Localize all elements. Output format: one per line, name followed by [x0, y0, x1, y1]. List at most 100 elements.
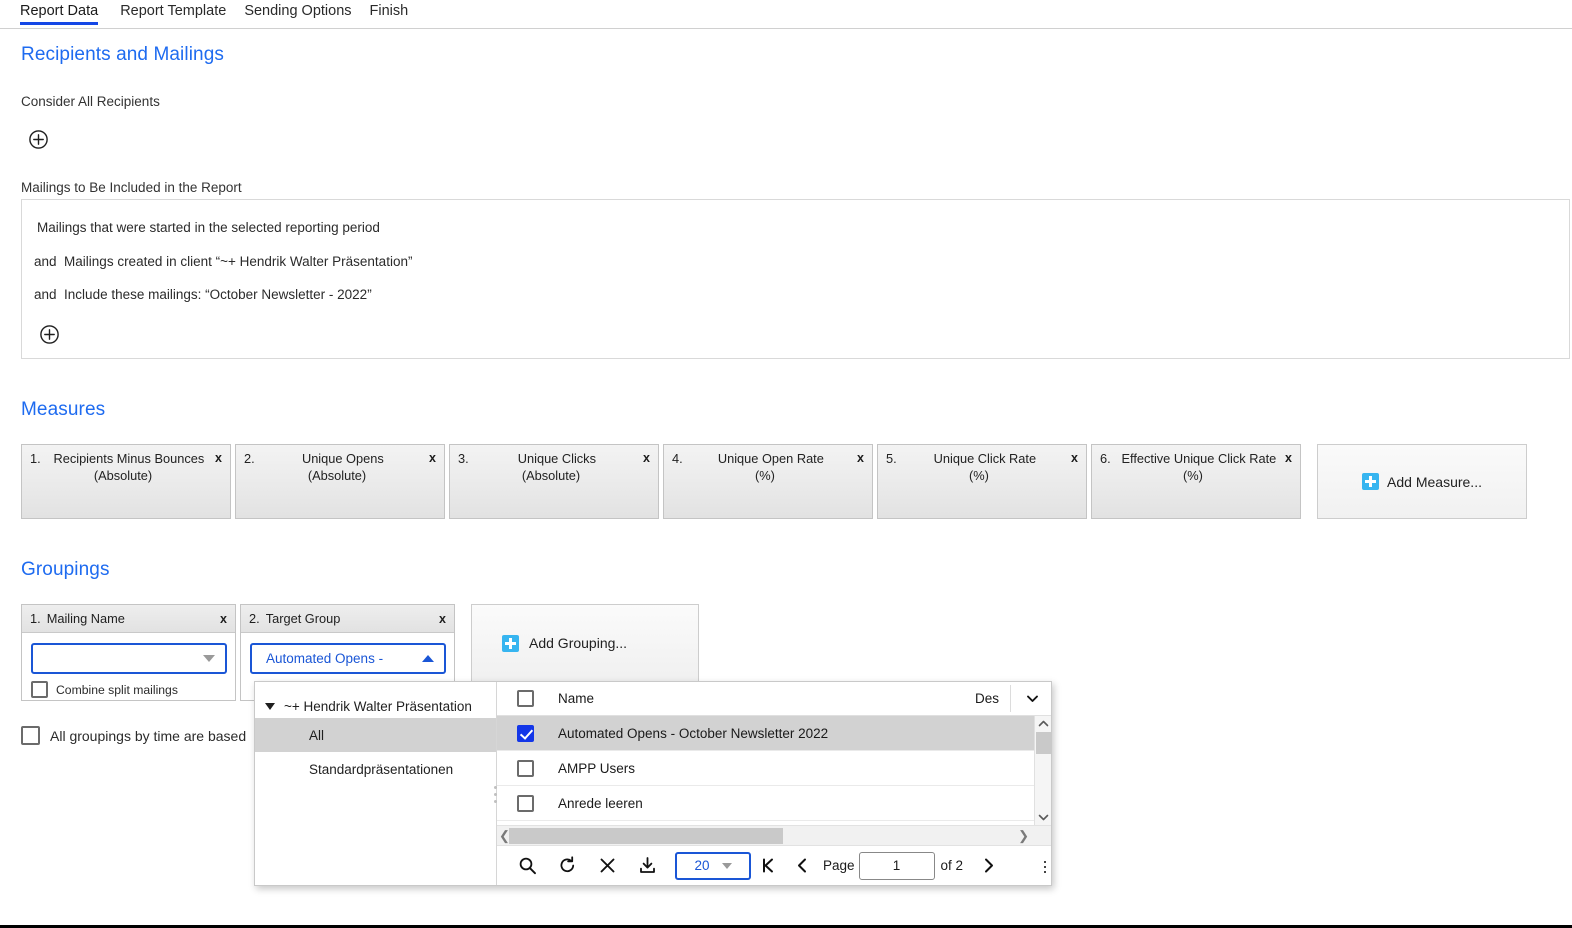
measure-unit: (Absolute) — [521, 468, 581, 483]
search-icon[interactable] — [507, 850, 547, 882]
target-group-select[interactable]: Automated Opens - — [250, 643, 446, 674]
tree-node-client[interactable]: ~+ Hendrik Walter Präsentation — [255, 694, 496, 718]
combine-split-mailings-checkbox[interactable] — [31, 681, 48, 698]
tree-item-all[interactable]: All — [255, 718, 496, 752]
grid-row[interactable]: Anrede leeren — [497, 786, 1051, 821]
mailing-rule-row[interactable]: and Include these mailings: “October New… — [34, 287, 372, 302]
measure-remove-button[interactable]: x — [215, 451, 222, 466]
scroll-right-icon[interactable]: ❯ — [1018, 829, 1029, 842]
measure-tile[interactable]: 6. Effective Unique Click Rate x (%) — [1091, 444, 1301, 519]
row-checkbox[interactable] — [517, 724, 534, 742]
report-data-page: Report Data Report Template Sending Opti… — [0, 0, 1572, 928]
select-all-checkbox[interactable] — [517, 690, 534, 707]
consider-all-recipients-label: Consider All Recipients — [21, 94, 160, 109]
grouping-card-body: Combine split mailings — [22, 633, 235, 700]
measure-name: Unique Click Rate — [933, 451, 1037, 466]
vertical-scroll-thumb[interactable] — [1036, 732, 1051, 754]
tab-sending-options[interactable]: Sending Options — [235, 0, 360, 25]
add-measure-button[interactable]: Add Measure... — [1317, 444, 1527, 519]
add-grouping-button[interactable]: Add Grouping... — [471, 604, 699, 682]
tab-report-data-label: Report Data — [20, 3, 99, 19]
measure-remove-button[interactable]: x — [857, 451, 864, 466]
measure-unit: (%) — [969, 468, 989, 483]
mailing-rule-conjunction: and — [34, 287, 57, 302]
measure-name: Unique Open Rate — [717, 451, 824, 466]
row-name: AMPP Users — [558, 760, 636, 776]
measure-remove-button[interactable]: x — [429, 451, 436, 466]
dropdown-grid: Name Des Automated Opens - October Newsl… — [494, 682, 1051, 885]
mailing-rule-row[interactable]: and Mailings created in client “~+ Hendr… — [34, 254, 412, 269]
column-header-description[interactable]: Des — [975, 691, 1005, 706]
circle-plus-icon[interactable] — [40, 325, 59, 344]
tab-report-template-label: Report Template — [120, 3, 227, 19]
horizontal-scroll-thumb[interactable] — [509, 828, 783, 844]
dropdown-tree: ~+ Hendrik Walter Präsentation All Stand… — [255, 682, 497, 885]
mailing-rule-row[interactable]: Mailings that were started in the select… — [37, 220, 380, 235]
page-label: Page — [823, 858, 855, 873]
mailing-rule-text: Mailings that were started in the select… — [37, 220, 380, 235]
chevron-down-icon[interactable] — [1026, 692, 1039, 705]
add-measure-label: Add Measure... — [1387, 473, 1482, 490]
tab-report-template[interactable]: Report Template — [111, 0, 235, 25]
tab-report-data[interactable]: Report Data — [20, 0, 107, 25]
groupings-time-basis-checkbox[interactable] — [21, 726, 40, 745]
measure-remove-button[interactable]: x — [643, 451, 650, 466]
column-header-name[interactable]: Name — [558, 691, 594, 706]
measure-index: 2. — [244, 451, 255, 466]
download-icon[interactable] — [627, 850, 667, 882]
tab-finish[interactable]: Finish — [361, 0, 418, 25]
grouping-remove-button[interactable]: x — [220, 612, 227, 626]
combine-split-mailings-label: Combine split mailings — [56, 682, 178, 697]
grouping-index: 2. — [249, 611, 260, 626]
measure-tile[interactable]: 5. Unique Click Rate x (%) — [877, 444, 1087, 519]
mailing-name-select[interactable] — [31, 643, 227, 674]
row-name: Automated Opens - October Newsletter 202… — [558, 725, 829, 741]
horizontal-scrollbar[interactable]: ❮ ❯ — [497, 825, 1051, 845]
measure-tile[interactable]: 3. Unique Clicks x (Absolute) — [449, 444, 659, 519]
previous-page-icon[interactable] — [785, 851, 819, 881]
grouping-remove-button[interactable]: x — [439, 612, 446, 626]
row-checkbox[interactable] — [517, 794, 534, 812]
chevron-down-icon — [721, 862, 732, 869]
row-checkbox[interactable] — [517, 759, 534, 777]
mailings-included-label: Mailings to Be Included in the Report — [21, 180, 242, 195]
mailing-rule-text: Mailings created in client “~+ Hendrik W… — [64, 254, 413, 269]
measure-remove-button[interactable]: x — [1071, 451, 1078, 466]
target-group-dropdown-panel: ~+ Hendrik Walter Präsentation All Stand… — [254, 681, 1052, 886]
scroll-up-icon[interactable] — [1037, 717, 1050, 730]
grid-row[interactable]: Automated Opens - October Newsletter 202… — [497, 716, 1051, 751]
scroll-down-icon[interactable] — [1037, 811, 1050, 824]
tab-sending-options-label: Sending Options — [244, 3, 352, 19]
combine-split-mailings-row[interactable]: Combine split mailings — [31, 681, 226, 698]
section-title-measures: Measures — [21, 399, 106, 420]
groupings-time-basis-row[interactable]: All groupings by time are based — [21, 726, 246, 745]
triangle-down-icon[interactable] — [265, 702, 275, 710]
measure-unit: (Absolute) — [93, 468, 153, 483]
tree-item-standardpraesentationen[interactable]: Standardpräsentationen — [255, 752, 496, 786]
overflow-menu-icon[interactable] — [1041, 858, 1049, 876]
measure-remove-button[interactable]: x — [1285, 451, 1292, 466]
page-number-input[interactable]: 1 — [858, 851, 935, 880]
circle-plus-icon[interactable] — [29, 130, 48, 149]
measure-name: Recipients Minus Bounces — [53, 451, 205, 466]
groupings-time-basis-label: All groupings by time are based — [50, 727, 247, 744]
first-page-icon[interactable] — [751, 851, 785, 881]
measure-tile[interactable]: 1. Recipients Minus Bounces x (Absolute) — [21, 444, 231, 519]
next-page-icon[interactable] — [971, 851, 1005, 881]
measure-unit: (%) — [755, 468, 775, 483]
measure-tile[interactable]: 4. Unique Open Rate x (%) — [663, 444, 873, 519]
vertical-scrollbar[interactable] — [1034, 716, 1051, 825]
measure-index: 6. — [1100, 451, 1111, 466]
measure-unit: (%) — [1183, 468, 1203, 483]
chevron-up-icon — [422, 655, 434, 662]
mailings-rules-box: Mailings that were started in the select… — [21, 199, 1570, 359]
measure-tile[interactable]: 2. Unique Opens x (Absolute) — [235, 444, 445, 519]
close-icon[interactable] — [587, 850, 627, 882]
tree-item-label: All — [309, 727, 325, 743]
measure-unit: (Absolute) — [307, 468, 367, 483]
refresh-icon[interactable] — [547, 850, 587, 882]
target-group-value: Automated Opens - — [266, 651, 384, 666]
grid-row[interactable]: AMPP Users — [497, 751, 1051, 786]
page-size-select[interactable]: 20 — [675, 851, 751, 880]
measure-index: 3. — [458, 451, 469, 466]
